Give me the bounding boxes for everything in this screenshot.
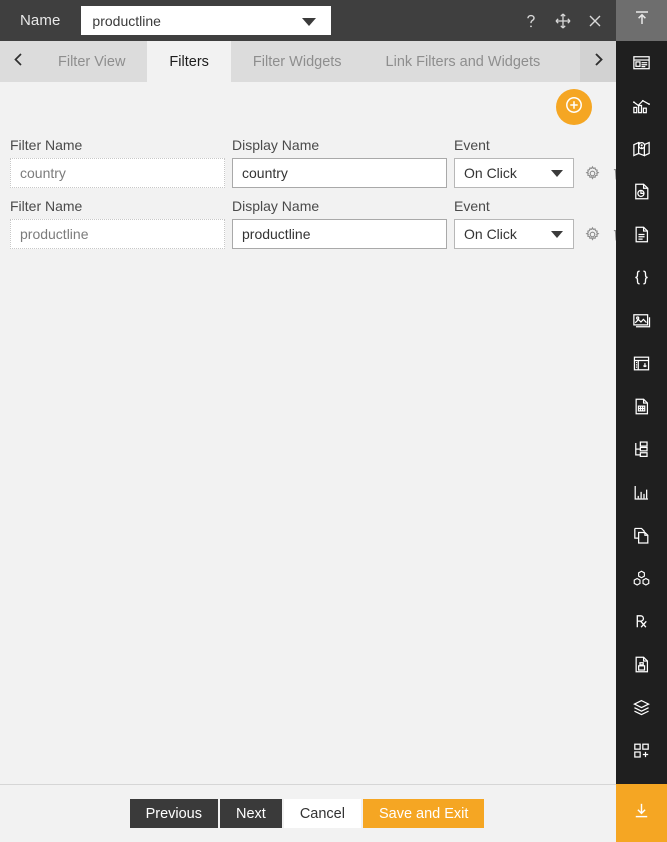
- chart-bar-line-icon: [631, 95, 652, 116]
- filter-name-input[interactable]: country: [10, 158, 225, 188]
- download-button[interactable]: [616, 784, 667, 842]
- tab-link-filters-and-widgets[interactable]: Link Filters and Widgets: [363, 41, 563, 82]
- filter-configuration-dialog: Name productline Filter View Filters Fil…: [0, 0, 667, 842]
- dashboard-panel-icon: [631, 52, 652, 73]
- prescription-rx-icon: [631, 611, 652, 632]
- bar-chart-axis-icon: [631, 482, 652, 503]
- document-save-icon: [631, 654, 652, 675]
- tab-label: Filter View: [58, 53, 126, 70]
- event-dropdown-value: On Click: [464, 226, 517, 242]
- cubes-icon: [631, 568, 652, 589]
- tab-label: Link Filters and Widgets: [385, 53, 541, 70]
- tab-filters[interactable]: Filters: [147, 41, 231, 82]
- chevron-down-icon: [551, 170, 563, 177]
- plus-circle-icon: [563, 94, 585, 121]
- sidebar-item-bar-chart[interactable]: [616, 471, 667, 514]
- collapse-panel-button[interactable]: [616, 0, 667, 41]
- tab-bar: Filter View Filters Filter Widgets Link …: [0, 41, 616, 82]
- sidebar-item-layers[interactable]: [616, 686, 667, 729]
- name-dropdown-value: productline: [92, 12, 161, 29]
- tab-label: Filters: [169, 53, 209, 70]
- sidebar-item-table-widget[interactable]: [616, 342, 667, 385]
- header-actions: [520, 0, 606, 41]
- document-text-icon: [631, 224, 652, 245]
- tab-filter-view[interactable]: Filter View: [36, 41, 148, 82]
- document-pie-chart-icon: [631, 181, 652, 202]
- previous-button[interactable]: Previous: [129, 799, 218, 828]
- display-name-input[interactable]: country: [232, 158, 447, 188]
- sidebar-item-document-save[interactable]: [616, 643, 667, 686]
- table-row: Filter Name Display Name Event country c…: [0, 133, 625, 188]
- event-dropdown[interactable]: On Click: [454, 219, 574, 249]
- row-fields: productline productline On Click: [10, 219, 625, 249]
- row-column-headers: Filter Name Display Name Event: [10, 133, 606, 158]
- filter-name-label: Filter Name: [10, 197, 83, 214]
- filters-panel: Filter Name Display Name Event country c…: [0, 82, 625, 784]
- document-grid-icon: [631, 396, 652, 417]
- table-widget-icon: [631, 353, 652, 374]
- event-label: Event: [454, 136, 490, 153]
- sidebar-item-add-widget[interactable]: [616, 729, 667, 772]
- table-row: Filter Name Display Name Event productli…: [0, 194, 625, 249]
- sidebar-item-hierarchy[interactable]: [616, 428, 667, 471]
- gear-icon[interactable]: [583, 164, 601, 182]
- sidebar-item-chart[interactable]: [616, 84, 667, 127]
- add-widget-icon: [631, 740, 652, 761]
- event-dropdown[interactable]: On Click: [454, 158, 574, 188]
- add-filter-button[interactable]: [556, 89, 592, 125]
- code-braces-icon: [631, 267, 652, 288]
- sidebar-item-report-pie[interactable]: [616, 170, 667, 213]
- copy-document-icon: [631, 525, 652, 546]
- sidebar-item-image-gallery[interactable]: [616, 299, 667, 342]
- close-icon[interactable]: [584, 10, 606, 32]
- sidebar-item-document-grid[interactable]: [616, 385, 667, 428]
- chevron-down-icon: [551, 231, 563, 238]
- next-button[interactable]: Next: [219, 799, 282, 828]
- tabs-scroll-left-button[interactable]: [0, 41, 36, 82]
- sidebar-item-code[interactable]: [616, 256, 667, 299]
- sidebar-item-copy-document[interactable]: [616, 514, 667, 557]
- layers-icon: [631, 697, 652, 718]
- download-arrow-icon: [631, 800, 652, 826]
- filter-name-label: Filter Name: [10, 136, 83, 153]
- map-pin-icon: [631, 138, 652, 159]
- display-name-label: Display Name: [232, 197, 320, 214]
- display-name-input[interactable]: productline: [232, 219, 447, 249]
- sidebar-item-prescription[interactable]: [616, 600, 667, 643]
- chevron-left-icon: [10, 51, 27, 73]
- cancel-button[interactable]: Cancel: [283, 799, 361, 828]
- event-dropdown-value: On Click: [464, 165, 517, 181]
- filter-rows: Filter Name Display Name Event country c…: [0, 133, 625, 255]
- tab-filter-widgets[interactable]: Filter Widgets: [230, 41, 364, 82]
- event-label: Event: [454, 197, 490, 214]
- name-label: Name: [20, 12, 61, 29]
- filter-name-input[interactable]: productline: [10, 219, 225, 249]
- image-gallery-icon: [631, 310, 652, 331]
- row-column-headers: Filter Name Display Name Event: [10, 194, 606, 219]
- sidebar-item-cubes[interactable]: [616, 557, 667, 600]
- tab-label: Filter Widgets: [252, 53, 342, 70]
- tree-hierarchy-icon: [631, 439, 652, 460]
- sidebar-item-document[interactable]: [616, 213, 667, 256]
- dialog-header: Name productline: [0, 0, 616, 41]
- move-icon[interactable]: [552, 10, 574, 32]
- chevron-right-icon: [590, 51, 607, 73]
- right-toolbar: [616, 41, 667, 842]
- name-dropdown[interactable]: productline: [81, 6, 332, 35]
- question-mark-icon[interactable]: [520, 10, 542, 32]
- dialog-footer: Previous Next Cancel Save and Exit: [0, 784, 616, 842]
- sidebar-item-dashboard-panel[interactable]: [616, 41, 667, 84]
- gear-icon[interactable]: [583, 225, 601, 243]
- chevron-down-icon: [302, 17, 317, 26]
- tabs-scroll-right-button[interactable]: [580, 41, 616, 82]
- display-name-label: Display Name: [232, 136, 320, 153]
- sidebar-item-map[interactable]: [616, 127, 667, 170]
- save-and-exit-button[interactable]: Save and Exit: [362, 799, 485, 828]
- row-fields: country country On Click: [10, 158, 625, 188]
- collapse-up-icon: [632, 8, 652, 33]
